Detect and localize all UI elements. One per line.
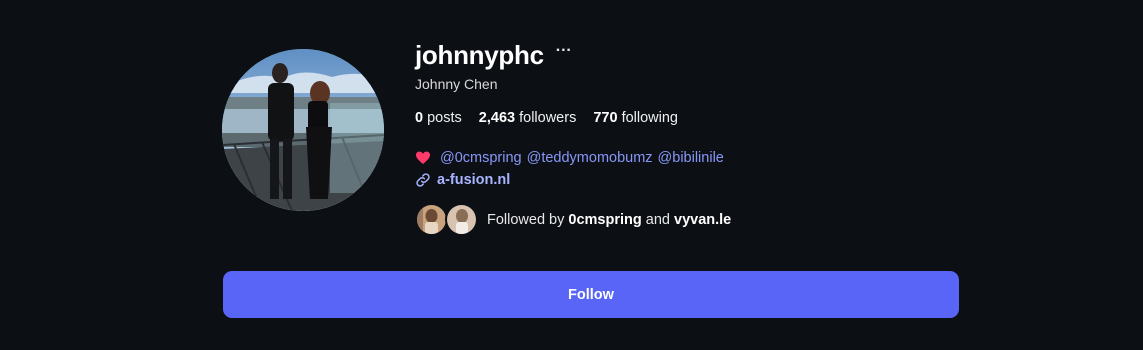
- followed-by-user[interactable]: vyvan.le: [674, 212, 731, 228]
- profile-avatar[interactable]: [222, 49, 384, 211]
- avatar-photo: [222, 49, 384, 211]
- followers-label: followers: [519, 110, 577, 126]
- follow-button[interactable]: Follow: [223, 271, 959, 318]
- profile-header: johnnyphc ··· Johnny Chen 0 posts 2,463 …: [0, 0, 1143, 350]
- profile-stats: 0 posts 2,463 followers 770 following: [415, 110, 975, 126]
- followed-by-user[interactable]: 0cmspring: [568, 212, 641, 228]
- full-name: Johnny Chen: [415, 76, 498, 92]
- followers-count: 2,463: [478, 110, 516, 126]
- profile-link[interactable]: a-fusion.nl: [415, 172, 975, 188]
- following-stat[interactable]: 770 following: [593, 110, 678, 126]
- posts-label: posts: [427, 110, 462, 126]
- followed-by-conjunction: and: [645, 211, 670, 228]
- following-label: following: [621, 110, 678, 126]
- follower-avatar: [415, 203, 448, 236]
- followed-by-avatars: [415, 203, 478, 236]
- followers-stat[interactable]: 2,463 followers: [479, 110, 577, 126]
- username-row: johnnyphc ···: [415, 40, 975, 70]
- following-count: 770: [593, 110, 618, 126]
- posts-count: 0: [415, 110, 424, 126]
- username: johnnyphc: [415, 39, 544, 70]
- bio-mention[interactable]: @teddymomobumz: [527, 150, 653, 166]
- followed-by[interactable]: Followed by 0cmspring and vyvan.le: [415, 203, 975, 236]
- link-text[interactable]: a-fusion.nl: [437, 172, 510, 188]
- followed-by-prefix: Followed by: [487, 211, 565, 228]
- profile-info: johnnyphc ··· Johnny Chen 0 posts 2,463 …: [415, 40, 975, 236]
- bio: @0cmspring @teddymomobumz @bibilinile: [415, 150, 975, 166]
- follower-avatar: [445, 203, 478, 236]
- bio-mention[interactable]: @0cmspring: [440, 150, 522, 166]
- more-options-button[interactable]: ···: [556, 43, 572, 67]
- posts-stat: 0 posts: [415, 110, 462, 126]
- link-icon: [416, 173, 430, 187]
- heart-icon: [416, 151, 430, 164]
- bio-mention[interactable]: @bibilinile: [658, 150, 724, 166]
